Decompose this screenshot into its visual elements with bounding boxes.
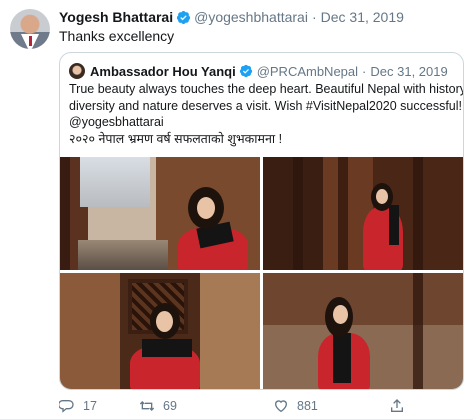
photo-face: [376, 189, 388, 204]
quoted-tweet[interactable]: Ambassador Hou Yanqi @PRCAmbNepal · Dec …: [59, 52, 464, 390]
quoted-tweet-header: Ambassador Hou Yanqi @PRCAmbNepal · Dec …: [69, 62, 448, 80]
photo-pillar: [338, 157, 348, 270]
retweet-count: 69: [163, 399, 177, 413]
reply-count: 17: [83, 399, 97, 413]
photo-pillar: [293, 157, 303, 270]
photo-face: [156, 311, 173, 332]
heart-icon: [274, 400, 288, 413]
quoted-verified-badge-icon: [239, 64, 252, 78]
like-count: 881: [297, 399, 318, 413]
photo-grid: [60, 157, 463, 389]
photo-black-scarf: [333, 333, 351, 383]
photo-2[interactable]: [263, 157, 463, 270]
photo-face: [197, 197, 215, 219]
quoted-text-line-nepali: २०२० नेपाल भ्रमण वर्ष सफलताको शुभकामना !: [69, 131, 283, 146]
author-display-name[interactable]: Yogesh Bhattarai: [59, 9, 173, 25]
tweet-text: Thanks excellency: [59, 28, 175, 44]
photo-face: [333, 305, 348, 324]
photo-crowd: [78, 240, 168, 270]
photo-4[interactable]: [263, 273, 463, 389]
verified-badge-icon: [177, 10, 191, 24]
photo-pillar: [60, 157, 70, 270]
retweet-icon: [139, 401, 155, 411]
share-button[interactable]: [389, 398, 413, 414]
like-button[interactable]: 881: [273, 398, 318, 414]
tweet-header: Yogesh Bhattarai @yogeshbhattarai · Dec …: [59, 8, 404, 26]
avatar[interactable]: [10, 9, 50, 49]
quoted-mention-link[interactable]: @yogesbhattarai: [69, 114, 461, 131]
retweet-button[interactable]: 69: [139, 398, 177, 414]
avatar-tie: [29, 36, 32, 46]
reply-icon: [59, 400, 74, 413]
quoted-tweet-date[interactable]: Dec 31, 2019: [370, 64, 447, 79]
quoted-author-handle[interactable]: @PRCAmbNepal: [257, 64, 358, 79]
quoted-tweet-text: True beauty always touches the deep hear…: [69, 81, 464, 147]
photo-pillar: [413, 157, 423, 270]
quoted-text-line: diversity and nature deserves a visit. W…: [69, 98, 463, 113]
tweet-actions: 17 69 881: [59, 398, 459, 414]
author-handle[interactable]: @yogeshbhattarai: [194, 9, 308, 25]
tweet[interactable]: Yogesh Bhattarai @yogeshbhattarai · Dec …: [0, 0, 473, 420]
quoted-avatar[interactable]: [69, 63, 85, 79]
photo-pillar: [413, 273, 423, 389]
share-icon: [391, 399, 403, 412]
photo-3[interactable]: [60, 273, 260, 389]
quoted-text-line: True beauty always touches the deep hear…: [69, 82, 464, 96]
quoted-header-separator: ·: [362, 63, 367, 79]
photo-black-scarf: [389, 205, 399, 245]
header-separator: ·: [311, 9, 317, 25]
photo-1[interactable]: [60, 157, 260, 270]
reply-button[interactable]: 17: [59, 398, 97, 414]
tweet-date[interactable]: Dec 31, 2019: [321, 9, 404, 25]
quoted-author-display-name[interactable]: Ambassador Hou Yanqi: [90, 64, 236, 79]
photo-sky: [80, 157, 150, 207]
photo-black-scarf: [142, 339, 192, 357]
